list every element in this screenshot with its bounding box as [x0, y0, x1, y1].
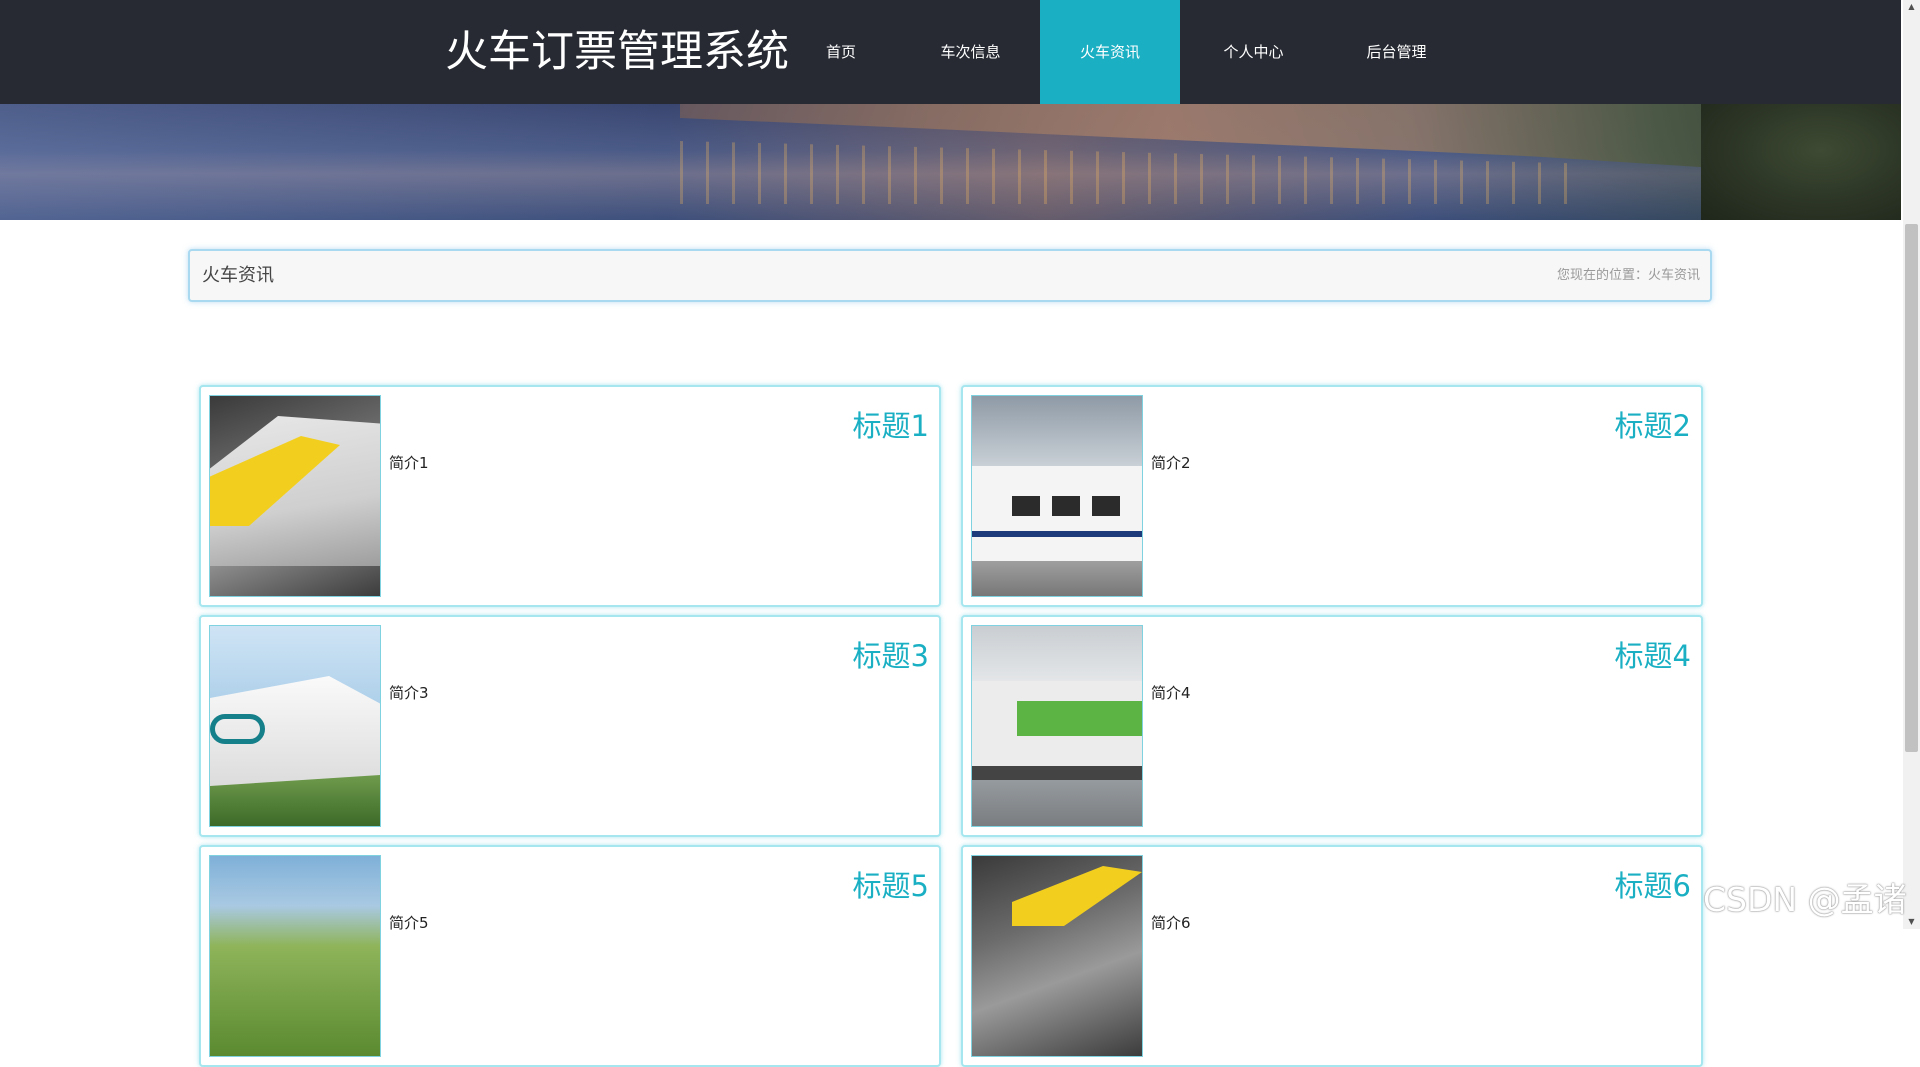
header-banner-image	[0, 104, 1901, 220]
news-intro: 简介5	[389, 914, 429, 932]
news-card[interactable]: 标题1 简介1	[199, 385, 941, 607]
news-intro: 简介1	[389, 454, 429, 472]
news-title[interactable]: 标题1	[853, 403, 929, 445]
nav-personal-center[interactable]: 个人中心	[1205, 0, 1302, 104]
news-card[interactable]: 标题5 简介5	[199, 845, 941, 1067]
news-intro: 简介3	[389, 684, 429, 702]
site-brand[interactable]: 火车订票管理系统	[445, 22, 789, 82]
news-image[interactable]	[971, 625, 1143, 827]
news-image[interactable]	[971, 395, 1143, 597]
news-image[interactable]	[209, 395, 381, 597]
news-card[interactable]: 标题3 简介3	[199, 615, 941, 837]
news-image[interactable]	[209, 855, 381, 1057]
nav-admin[interactable]: 后台管理	[1348, 0, 1445, 104]
news-image[interactable]	[971, 855, 1143, 1057]
news-intro: 简介2	[1151, 454, 1191, 472]
nav-home[interactable]: 首页	[801, 0, 881, 104]
news-card[interactable]: 标题2 简介2	[961, 385, 1703, 607]
news-title[interactable]: 标题5	[853, 863, 929, 905]
news-title[interactable]: 标题3	[853, 633, 929, 675]
watermark: CSDN @孟诸	[1703, 880, 1907, 919]
nav-train-info[interactable]: 车次信息	[922, 0, 1019, 104]
news-title[interactable]: 标题2	[1615, 403, 1691, 445]
scrollbar-thumb[interactable]	[1905, 224, 1918, 752]
page-title: 火车资讯	[202, 265, 274, 286]
news-title[interactable]: 标题6	[1615, 863, 1691, 905]
news-card[interactable]: 标题6 简介6	[961, 845, 1703, 1067]
page-scrollbar[interactable]: ▲ ▼	[1903, 0, 1920, 929]
news-card[interactable]: 标题4 简介4	[961, 615, 1703, 837]
breadcrumb: 您现在的位置：火车资讯	[1557, 251, 1700, 300]
scroll-up-arrow-icon[interactable]: ▲	[1903, 0, 1920, 14]
news-title[interactable]: 标题4	[1615, 633, 1691, 675]
breadcrumb-prefix: 您现在的位置：	[1556, 268, 1648, 283]
breadcrumb-panel: 火车资讯 您现在的位置：火车资讯	[188, 249, 1712, 302]
news-intro: 简介6	[1151, 914, 1191, 932]
nav-train-news[interactable]: 火车资讯	[1040, 0, 1180, 104]
news-intro: 简介4	[1151, 684, 1191, 702]
news-image[interactable]	[209, 625, 381, 827]
breadcrumb-current[interactable]: 火车资讯	[1648, 268, 1700, 283]
top-navbar: 火车订票管理系统 首页 车次信息 火车资讯 个人中心 后台管理	[0, 0, 1901, 104]
